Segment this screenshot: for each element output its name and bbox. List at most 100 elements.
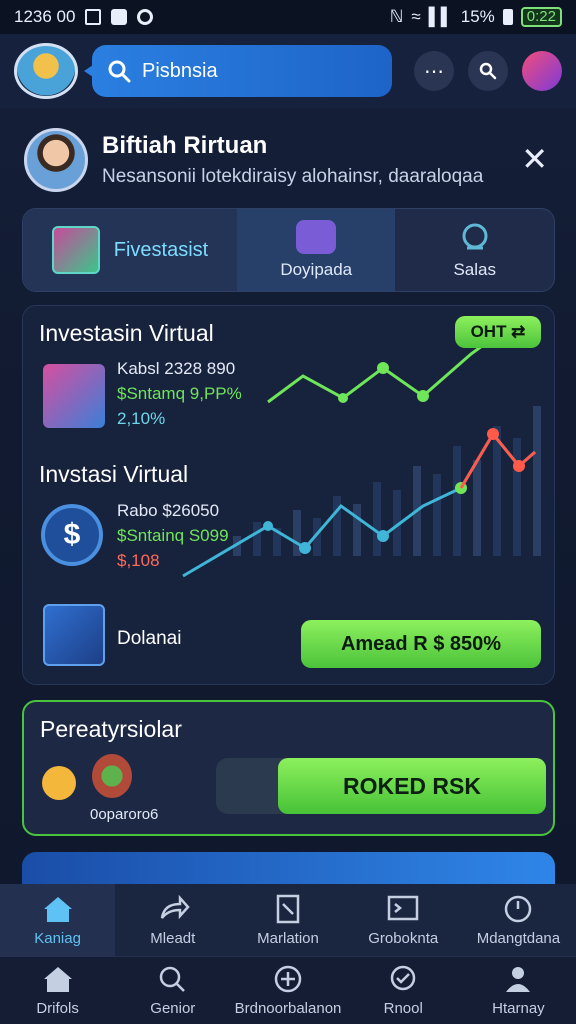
nav-item-kaniag[interactable]: Kaniag: [0, 884, 116, 956]
search-input[interactable]: Pisbnsia: [142, 60, 218, 83]
nav-label: Genior: [150, 1000, 196, 1017]
plus-circle-icon: [274, 965, 302, 993]
nav-label: Htarnay: [492, 1000, 545, 1017]
investment-2-details: Rabo $26050 $Sntainq S099 $,108: [117, 498, 229, 573]
amount-button[interactable]: Amead R $ 850%: [301, 620, 541, 668]
candle-bar: [333, 496, 341, 556]
sync-icon: [137, 9, 154, 25]
nav-item-marlation[interactable]: Marlation: [230, 884, 345, 956]
green-trend-points: [338, 362, 429, 403]
money-bag-icon: [92, 754, 132, 798]
tab-doyipada[interactable]: Doyipada: [236, 209, 396, 291]
wifi-icon: ≈: [411, 7, 421, 26]
investment-1-badge[interactable]: OHT ⇄: [455, 316, 541, 348]
candle-bar: [533, 406, 541, 556]
candle-bar: [473, 460, 481, 556]
search-icon: [159, 966, 185, 992]
notification-icon: [111, 9, 128, 25]
profile-name: Biftiah Rirtuan: [102, 132, 268, 159]
battery-percent: 15%: [460, 7, 495, 26]
nav-item-mleadt[interactable]: Mleadt: [115, 884, 230, 956]
nav-label: Mdangtdana: [476, 929, 561, 947]
battery-icon: [502, 9, 513, 25]
person-icon: [506, 967, 531, 992]
signal-icon: ▌▌: [428, 7, 453, 26]
profile-card: Biftiah Rirtuan Nesansonii lotekdiraisy …: [14, 118, 562, 202]
investment-card: Investasin Virtual Kabsl 2328 890 $Sntam…: [22, 305, 555, 685]
clock-icon: [505, 895, 532, 922]
candle-bar: [373, 482, 381, 556]
primary-nav: Kaniag Mleadt Marlation Groboknta Mdangt…: [0, 884, 576, 956]
candle-bar: [453, 446, 461, 556]
promo-button[interactable]: ROKED RSK: [278, 758, 546, 814]
nav2-item-brdnoorbalanon[interactable]: Brdnoorbalanon: [230, 957, 345, 1024]
nav-label: Brdnoorbalanon: [234, 1000, 342, 1017]
search-bar[interactable]: Pisbnsia: [84, 45, 392, 97]
investment-1-line3: 2,10%: [117, 409, 166, 428]
candle-bar: [493, 426, 501, 556]
nav-label: Drifols: [36, 1000, 79, 1017]
profile-avatar: [24, 128, 88, 192]
close-icon[interactable]: ✕: [521, 140, 548, 178]
user-avatar[interactable]: [522, 51, 562, 91]
chart-board-icon: [51, 226, 100, 274]
nav2-item-genior[interactable]: Genior: [115, 957, 230, 1024]
status-time: 1236 00: [14, 7, 76, 26]
tab-label: Doyipada: [280, 260, 353, 279]
nfc-icon: ℕ: [389, 7, 404, 26]
investment-1-line1: Kabsl 2328 890: [117, 359, 236, 378]
promo-title: Pereatyrsiolar: [40, 716, 182, 742]
tab-label: Fivestasist: [113, 238, 209, 261]
nav-label: Rnool: [383, 1000, 423, 1017]
candle-bar: [253, 522, 261, 556]
nav-label: Kaniag: [34, 929, 81, 947]
status-bar: 1236 00 ℕ ≈ ▌▌ 15% 0:22: [0, 0, 576, 34]
search-button[interactable]: [468, 51, 508, 91]
profile-subtitle: Nesansonii lotekdiraisy alohainsr, daara…: [102, 166, 484, 187]
nav2-item-rnool[interactable]: Rnool: [346, 957, 461, 1024]
battery-badge: 0:22: [520, 7, 562, 27]
tab-investasi[interactable]: Fivestasist: [23, 209, 237, 291]
nav2-item-htarnay[interactable]: Htarnay: [461, 957, 576, 1024]
promo-card: Pereatyrsiolar 0oparoro6 ROKED RSK: [22, 700, 555, 836]
chat-icon: [390, 965, 416, 991]
home-icon: [43, 967, 72, 992]
category-tabs: Fivestasist Doyipada Salas: [22, 208, 555, 292]
investment-2-line1: Rabo $26050: [117, 501, 220, 520]
tab-salas[interactable]: Salas: [395, 209, 554, 291]
nav-label: Marlation: [257, 929, 319, 947]
investment-2-line3: $,108: [117, 551, 160, 570]
nav-item-mdangtdana[interactable]: Mdangtdana: [461, 884, 576, 956]
puzzle-icon: [296, 220, 337, 254]
nav-label: Groboknta: [368, 929, 439, 947]
investment-title-1: Investasin Virtual: [39, 320, 214, 346]
tab-label: Salas: [453, 260, 496, 279]
promo-subtitle: 0oparoro6: [90, 806, 159, 823]
document-icon: [276, 894, 300, 923]
dollar-coin-icon: $: [41, 504, 103, 566]
investment-1-line2: $Sntamq 9,PP%: [117, 384, 242, 403]
app-logo[interactable]: [14, 43, 78, 99]
candle-bar: [353, 504, 361, 556]
investment-1-details: Kabsl 2328 890 $Sntamq 9,PP% 2,10%: [117, 356, 242, 431]
share-arrow-icon: [160, 894, 190, 919]
chat-icon: ⋯: [424, 60, 444, 83]
book-stack-icon: [43, 364, 105, 428]
secondary-nav: Drifols Genior Brdnoorbalanon Rnool Htar…: [0, 956, 576, 1024]
coin-icon: [42, 766, 76, 800]
home-icon: [43, 896, 72, 922]
top-bar: Pisbnsia ⋯: [0, 34, 576, 108]
candle-bar: [433, 474, 441, 556]
investment-2-line2: $Sntainq S099: [117, 526, 229, 545]
candle-bar: [513, 438, 521, 556]
magnifier-icon: [479, 62, 497, 80]
nav-item-groboknta[interactable]: Groboknta: [346, 884, 461, 956]
nav2-item-drifols[interactable]: Drifols: [0, 957, 115, 1024]
nav-label: Mleadt: [150, 929, 196, 947]
investment-3-label: Dolanai: [117, 628, 182, 649]
terminal-icon: [387, 895, 419, 920]
image-icon: [85, 9, 102, 25]
chat-bubble-button[interactable]: ⋯: [414, 51, 454, 91]
wallet-box-icon: [43, 604, 105, 666]
investment-title-2: Invstasi Virtual: [39, 461, 189, 487]
